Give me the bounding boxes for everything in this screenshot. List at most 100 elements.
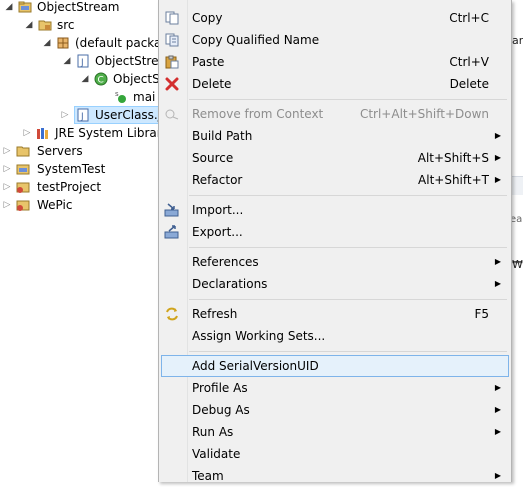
menu-item-declarations[interactable]: Declarations ▶ [161, 273, 507, 295]
submenu-arrow-icon: ▶ [494, 175, 501, 184]
project-icon [16, 200, 30, 211]
tree-item-label: SystemTest [37, 162, 106, 176]
menu-item-shortcut: Ctrl+V [449, 55, 489, 69]
menu-item-copy-qualified-name[interactable]: Copy Qualified Name [161, 29, 507, 51]
tree-item-default-package[interactable]: ◢ (default packag [0, 34, 169, 52]
tree-item-label: Servers [37, 144, 83, 158]
menu-item-build-path[interactable]: Build Path ▶ [161, 125, 507, 147]
menu-item-refresh[interactable]: Refresh F5 [161, 303, 507, 325]
method-icon: s [115, 90, 126, 103]
tree-item-label: testProject [37, 180, 102, 194]
menu-item-references[interactable]: References ▶ [161, 251, 507, 273]
menu-item-label: Delete [192, 77, 232, 91]
expand-arrow-icon[interactable]: ▷ [22, 124, 32, 142]
project-explorer-tree: ◢ ObjectStream ◢ src ◢ (default packag ◢… [0, 0, 169, 482]
menu-item-label: Refresh [192, 307, 238, 321]
menu-item-paste[interactable]: Paste Ctrl+V [161, 51, 507, 73]
menu-item-validate[interactable]: Validate [161, 443, 507, 465]
menu-item-shortcut: Ctrl+C [449, 11, 489, 25]
expand-arrow-icon[interactable]: ▷ [2, 178, 12, 196]
export-icon [164, 225, 179, 239]
menu-item-label: References [192, 255, 259, 269]
submenu-arrow-icon: ▶ [494, 257, 501, 266]
menu-item-run-as[interactable]: Run As ▶ [161, 421, 507, 443]
menu-item-delete[interactable]: Delete Delete [161, 73, 507, 95]
class-icon: C [94, 72, 108, 86]
menu-item-source[interactable]: Source Alt+Shift+S ▶ [161, 147, 507, 169]
refresh-icon [166, 307, 178, 321]
package-icon [57, 37, 69, 49]
tree-item-label: JRE System Library [55, 126, 169, 140]
tree-item-label: ObjectS [113, 72, 160, 86]
menu-item-label: Import... [192, 203, 244, 217]
tree-item-servers[interactable]: ▷ Servers [0, 142, 160, 160]
menu-item-label: Run As [192, 425, 234, 439]
menu-item-label: Paste [192, 55, 225, 69]
menu-item-team[interactable]: Team ▶ [161, 465, 507, 487]
library-icon [37, 128, 48, 139]
menu-item-remove-from-context[interactable]: Remove from Context Ctrl+Alt+Shift+Down [161, 103, 507, 125]
delete-icon [165, 77, 179, 91]
menu-separator [189, 195, 507, 196]
menu-item-debug-as[interactable]: Debug As ▶ [161, 399, 507, 421]
tree-item-objectstream-java[interactable]: ◢ J ObjectStrea [0, 52, 166, 70]
tree-item-jre-system-library[interactable]: ▷ JRE System Library [0, 124, 169, 142]
menu-item-label: Remove from Context [192, 107, 324, 121]
collapse-arrow-icon[interactable]: ◢ [42, 34, 52, 52]
collapse-arrow-icon[interactable]: ◢ [80, 70, 90, 88]
menu-item-refactor[interactable]: Refactor Alt+Shift+T ▶ [161, 169, 507, 191]
expand-arrow-icon[interactable]: ▷ [2, 196, 12, 214]
menu-item-profile-as[interactable]: Profile As ▶ [161, 377, 507, 399]
tree-item-src[interactable]: ◢ src [0, 16, 160, 34]
svg-text:C: C [98, 76, 104, 86]
context-menu: Copy Ctrl+C Copy Qualified Name Paste Ct… [158, 0, 512, 483]
menu-item-shortcut: Delete [449, 77, 489, 91]
project-icon [16, 164, 30, 175]
tree-item-label: (default packag [75, 36, 169, 50]
collapse-arrow-icon[interactable]: ◢ [62, 52, 72, 70]
tree-item-main-method[interactable]: s mai [0, 88, 160, 106]
menu-item-label: Declarations [192, 277, 268, 291]
tree-item-label: ObjectStream [37, 0, 120, 14]
tree-item-objectstream[interactable]: ◢ ObjectStream [0, 0, 160, 16]
menu-item-label: Export... [192, 225, 243, 239]
tree-item-objects-class[interactable]: ◢ C ObjectS [0, 70, 160, 88]
submenu-arrow-icon: ▶ [494, 383, 501, 392]
import-icon [164, 203, 179, 217]
submenu-arrow-icon: ▶ [494, 131, 501, 140]
menu-item-export[interactable]: Export... [161, 221, 507, 243]
tree-item-userclass-java[interactable]: ▷ J UserClass.ja [0, 106, 168, 124]
menu-separator [189, 299, 507, 300]
collapse-arrow-icon[interactable]: ◢ [4, 0, 14, 16]
menu-item-label: Assign Working Sets... [192, 329, 326, 343]
collapse-arrow-icon[interactable]: ◢ [24, 16, 34, 34]
copy-icon [165, 11, 179, 25]
tree-item-testproject[interactable]: ▷ testProject [0, 178, 160, 196]
submenu-arrow-icon: ▶ [494, 153, 501, 162]
tree-item-systemtest[interactable]: ▷ SystemTest [0, 160, 160, 178]
menu-item-shortcut: Alt+Shift+S [417, 151, 489, 165]
menu-separator [189, 99, 507, 100]
menu-item-label: Validate [192, 447, 241, 461]
submenu-arrow-icon: ▶ [494, 471, 501, 480]
source-folder-icon [38, 20, 52, 31]
menu-item-assign-working-sets[interactable]: Assign Working Sets... [161, 325, 507, 347]
expand-arrow-icon[interactable]: ▷ [2, 142, 12, 160]
menu-item-add-serialversionuid[interactable]: Add SerialVersionUID [161, 355, 509, 377]
tree-item-label: src [57, 18, 75, 32]
svg-text:J: J [80, 112, 84, 122]
tree-item-wepic[interactable]: ▷ WePic [0, 196, 160, 214]
tree-item-label: WePic [37, 198, 73, 212]
expand-arrow-icon[interactable]: ▷ [2, 160, 12, 178]
menu-item-label: Source [192, 151, 234, 165]
expand-arrow-icon[interactable]: ▷ [60, 106, 70, 124]
menu-item-import[interactable]: Import... [161, 199, 507, 221]
menu-item-label: Add SerialVersionUID [192, 359, 319, 373]
menu-item-label: Copy [192, 11, 223, 25]
menu-item-label: Build Path [192, 129, 253, 143]
menu-item-copy[interactable]: Copy Ctrl+C [161, 7, 507, 29]
submenu-arrow-icon: ▶ [494, 279, 501, 288]
menu-item-label: Team [192, 469, 224, 483]
folder-icon [16, 146, 30, 157]
java-file-icon: J [77, 108, 89, 122]
